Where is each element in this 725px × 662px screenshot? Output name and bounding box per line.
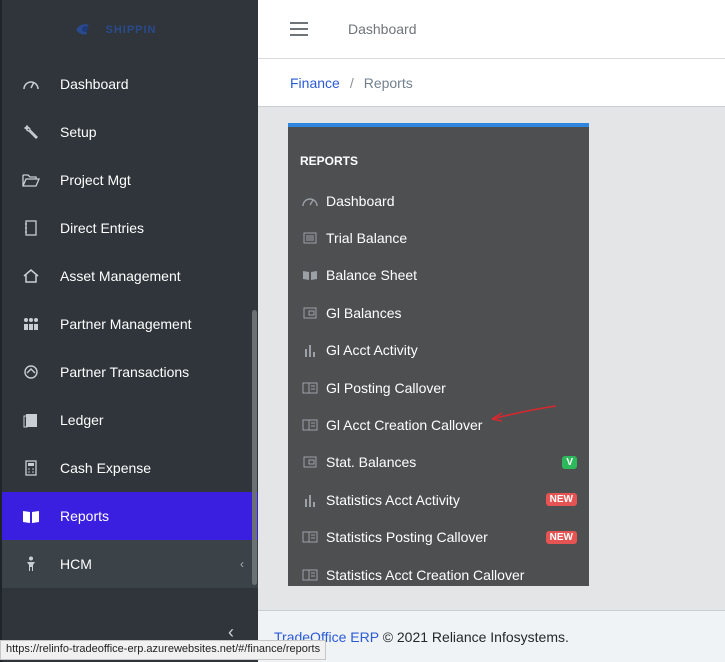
report-item-label: Gl Acct Activity: [326, 342, 418, 359]
wallet-icon: [301, 455, 319, 469]
home-icon: [22, 267, 40, 285]
sidebar: SHIPPIN Dashboard Setup Project Mgt Dire…: [0, 0, 258, 662]
sidebar-item-label: Ledger: [60, 412, 104, 428]
sidebar-item-label: Reports: [60, 508, 110, 524]
report-item-label: Statistics Acct Activity: [326, 491, 460, 508]
logo-icon: [76, 24, 90, 35]
sidebar-item-label: Project Mgt: [60, 172, 131, 188]
report-item-label: Gl Balances: [326, 304, 402, 321]
columns-icon: [301, 530, 319, 544]
header-dashboard-link[interactable]: Dashboard: [348, 21, 417, 37]
sidebar-item-ledger[interactable]: Ledger: [2, 396, 258, 444]
notebook-icon: [22, 219, 40, 237]
report-item-trial-balance[interactable]: Trial Balance: [288, 219, 589, 256]
hamburger-menu-icon[interactable]: [290, 22, 308, 36]
breadcrumb-finance-link[interactable]: Finance: [290, 75, 340, 91]
footer-copyright: © 2021 Reliance Infosystems.: [382, 629, 569, 645]
columns-icon: [301, 418, 319, 432]
sidebar-item-label: Asset Management: [60, 268, 181, 284]
sidebar-item-dashboard[interactable]: Dashboard: [2, 60, 258, 108]
annotation-arrow-icon: [491, 405, 557, 422]
handshake-icon: [22, 363, 40, 381]
report-item-statistics-posting-callover[interactable]: Statistics Posting Callover NEW: [288, 519, 589, 556]
wrench-icon: [22, 123, 40, 141]
sidebar-item-partner-management[interactable]: Partner Management: [2, 300, 258, 348]
book-icon: [301, 268, 319, 282]
report-item-statistics-acct-activity[interactable]: Statistics Acct Activity NEW: [288, 481, 589, 518]
sidebar-item-setup[interactable]: Setup: [2, 108, 258, 156]
list-table-icon: [301, 231, 319, 245]
sidebar-item-cash-expense[interactable]: Cash Expense: [2, 444, 258, 492]
sidebar-item-label: Direct Entries: [60, 220, 145, 236]
logo-text: SHIPPIN: [105, 24, 157, 36]
bar-chart-icon: [301, 493, 319, 507]
sidebar-item-label: Partner Management: [60, 316, 192, 332]
breadcrumb: Finance / Reports: [258, 59, 725, 107]
sidebar-item-label: HCM: [60, 556, 92, 572]
reports-panel-title: REPORTS: [300, 154, 359, 168]
sidebar-item-hcm[interactable]: HCM ‹: [2, 540, 258, 588]
report-item-label: Statistics Posting Callover: [326, 529, 488, 546]
sidebar-item-reports[interactable]: Reports: [2, 492, 258, 540]
calculator-icon: [22, 459, 40, 477]
breadcrumb-separator: /: [349, 74, 354, 91]
wallet-icon: [301, 306, 319, 320]
speedometer-icon: [301, 194, 319, 208]
report-item-label: Stat. Balances: [326, 454, 417, 471]
bar-chart-icon: [301, 343, 319, 358]
report-item-label: Statistics Acct Creation Callover: [326, 566, 525, 583]
app-logo[interactable]: SHIPPIN: [2, 0, 258, 60]
sidebar-scrollbar[interactable]: [252, 310, 257, 585]
columns-icon: [301, 381, 319, 395]
report-item-stat-balances[interactable]: Stat. Balances V: [288, 444, 589, 481]
new-badge: NEW: [545, 530, 577, 544]
report-item-label: Gl Acct Creation Callover: [326, 417, 483, 434]
report-item-statistics-acct-creation-callover[interactable]: Statistics Acct Creation Callover: [288, 556, 589, 593]
folder-open-icon: [22, 171, 40, 189]
people-icon: [22, 315, 40, 333]
report-item-label: Dashboard: [326, 192, 395, 209]
sidebar-item-project-mgt[interactable]: Project Mgt: [2, 156, 258, 204]
report-item-dashboard[interactable]: Dashboard: [288, 182, 589, 219]
breadcrumb-current: Reports: [363, 74, 413, 91]
report-item-gl-posting-callover[interactable]: Gl Posting Callover: [288, 369, 589, 406]
sidebar-item-partner-transactions[interactable]: Partner Transactions: [2, 348, 258, 396]
report-item-label: Trial Balance: [326, 230, 408, 247]
open-book-icon: [22, 507, 40, 525]
ledger-book-icon: [22, 411, 40, 429]
new-badge: NEW: [545, 493, 577, 507]
sidebar-item-asset-management[interactable]: Asset Management: [2, 252, 258, 300]
chevron-left-icon: ‹: [240, 557, 244, 571]
report-item-label: Gl Posting Callover: [326, 379, 446, 396]
sidebar-item-label: Dashboard: [60, 76, 129, 92]
top-header: Dashboard: [258, 0, 725, 59]
speedometer-icon: [22, 75, 40, 93]
report-item-gl-balances[interactable]: Gl Balances: [288, 294, 589, 331]
sidebar-item-label: Partner Transactions: [60, 364, 190, 380]
columns-icon: [301, 568, 319, 582]
sidebar-item-direct-entries[interactable]: Direct Entries: [2, 204, 258, 252]
sidebar-item-label: Cash Expense: [60, 460, 152, 476]
report-item-gl-acct-activity[interactable]: Gl Acct Activity: [288, 332, 589, 369]
report-item-label: Balance Sheet: [326, 267, 418, 284]
footer: TradeOffice ERP © 2021 Reliance Infosyst…: [258, 610, 725, 662]
person-icon: [22, 555, 40, 573]
status-badge: V: [562, 455, 577, 469]
report-item-balance-sheet[interactable]: Balance Sheet: [288, 257, 589, 294]
reports-panel: REPORTS Dashboard Trial Balance Balance …: [288, 123, 589, 586]
sidebar-item-label: Setup: [60, 124, 97, 140]
browser-status-bar: https://relinfo-tradeoffice-erp.azureweb…: [0, 640, 327, 660]
